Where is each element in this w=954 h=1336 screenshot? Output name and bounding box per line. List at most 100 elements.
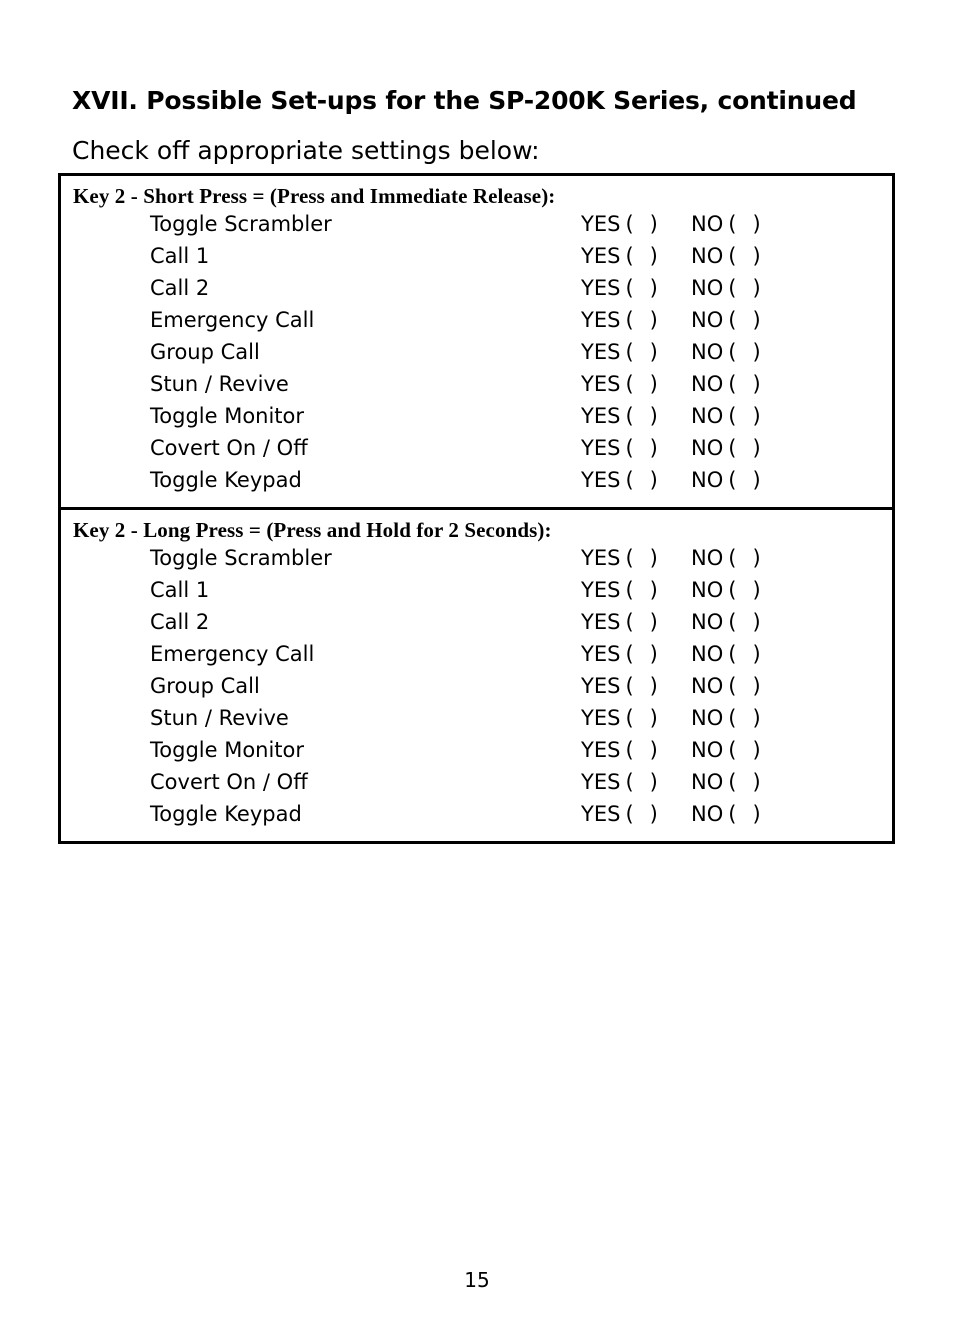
- row-label: Emergency Call: [150, 642, 315, 666]
- yes-label: YES: [581, 546, 621, 570]
- no-checkbox[interactable]: NO(): [691, 436, 801, 460]
- no-label: NO: [691, 436, 724, 460]
- paren-close: ): [649, 276, 658, 300]
- no-checkbox[interactable]: NO(): [691, 674, 801, 698]
- no-checkbox[interactable]: NO(): [691, 706, 801, 730]
- yes-label: YES: [581, 610, 621, 634]
- yes-checkbox[interactable]: YES(): [581, 546, 691, 570]
- paren-open: (: [728, 372, 737, 396]
- checklist-row: Toggle Scrambler YES() NO(): [61, 212, 892, 244]
- paren-close: ): [752, 674, 761, 698]
- no-label: NO: [691, 642, 724, 666]
- paren-open: (: [625, 706, 634, 730]
- paren-close: ): [649, 642, 658, 666]
- yes-checkbox[interactable]: YES(): [581, 706, 691, 730]
- no-label: NO: [691, 340, 724, 364]
- paren-open: (: [728, 642, 737, 666]
- checklist-row: Group Call YES() NO(): [61, 340, 892, 372]
- yes-checkbox[interactable]: YES(): [581, 642, 691, 666]
- yes-label: YES: [581, 738, 621, 762]
- settings-checklist-table: Key 2 - Short Press = (Press and Immedia…: [58, 173, 895, 844]
- paren-open: (: [728, 578, 737, 602]
- yes-checkbox[interactable]: YES(): [581, 578, 691, 602]
- paren-open: (: [625, 738, 634, 762]
- paren-open: (: [625, 642, 634, 666]
- paren-close: ): [752, 436, 761, 460]
- no-checkbox[interactable]: NO(): [691, 770, 801, 794]
- no-checkbox[interactable]: NO(): [691, 212, 801, 236]
- row-label: Toggle Monitor: [150, 404, 305, 428]
- no-checkbox[interactable]: NO(): [691, 802, 801, 826]
- paren-open: (: [728, 546, 737, 570]
- row-label: Toggle Scrambler: [150, 212, 332, 236]
- paren-open: (: [625, 212, 634, 236]
- row-label: Toggle Scrambler: [150, 546, 332, 570]
- paren-open: (: [625, 404, 634, 428]
- no-checkbox[interactable]: NO(): [691, 308, 801, 332]
- checklist-row: Toggle Keypad YES() NO(): [61, 468, 892, 500]
- yes-checkbox[interactable]: YES(): [581, 468, 691, 492]
- yes-checkbox[interactable]: YES(): [581, 436, 691, 460]
- paren-close: ): [649, 610, 658, 634]
- section-header: Key 2 - Long Press = (Press and Hold for…: [73, 518, 552, 542]
- no-checkbox[interactable]: NO(): [691, 610, 801, 634]
- yes-checkbox[interactable]: YES(): [581, 770, 691, 794]
- yes-checkbox[interactable]: YES(): [581, 610, 691, 634]
- yes-checkbox[interactable]: YES(): [581, 276, 691, 300]
- paren-open: (: [625, 372, 634, 396]
- checklist-row: Toggle Monitor YES() NO(): [61, 404, 892, 436]
- yes-checkbox[interactable]: YES(): [581, 340, 691, 364]
- yes-label: YES: [581, 802, 621, 826]
- row-label: Call 1: [150, 578, 210, 602]
- yes-label: YES: [581, 642, 621, 666]
- section-rows: Toggle Scrambler YES() NO() Call 1 YES() NO()…: [61, 212, 892, 507]
- no-checkbox[interactable]: NO(): [691, 276, 801, 300]
- no-label: NO: [691, 212, 724, 236]
- paren-open: (: [625, 276, 634, 300]
- yes-checkbox[interactable]: YES(): [581, 738, 691, 762]
- paren-close: ): [752, 276, 761, 300]
- row-label: Call 2: [150, 276, 210, 300]
- paren-open: (: [625, 436, 634, 460]
- row-label: Covert On / Off: [150, 770, 308, 794]
- paren-close: ): [752, 244, 761, 268]
- paren-open: (: [728, 674, 737, 698]
- yes-label: YES: [581, 436, 621, 460]
- yes-checkbox[interactable]: YES(): [581, 308, 691, 332]
- yes-label: YES: [581, 308, 621, 332]
- no-label: NO: [691, 706, 724, 730]
- yes-checkbox[interactable]: YES(): [581, 802, 691, 826]
- no-label: NO: [691, 738, 724, 762]
- row-label: Toggle Keypad: [150, 802, 302, 826]
- no-checkbox[interactable]: NO(): [691, 372, 801, 396]
- yes-checkbox[interactable]: YES(): [581, 244, 691, 268]
- no-checkbox[interactable]: NO(): [691, 642, 801, 666]
- paren-open: (: [625, 610, 634, 634]
- yes-label: YES: [581, 770, 621, 794]
- no-checkbox[interactable]: NO(): [691, 244, 801, 268]
- section-rows: Toggle Scrambler YES() NO() Call 1 YES() NO()…: [61, 546, 892, 841]
- paren-open: (: [728, 308, 737, 332]
- paren-open: (: [728, 706, 737, 730]
- row-label: Covert On / Off: [150, 436, 308, 460]
- yes-checkbox[interactable]: YES(): [581, 404, 691, 428]
- no-checkbox[interactable]: NO(): [691, 468, 801, 492]
- paren-close: ): [649, 802, 658, 826]
- paren-open: (: [728, 276, 737, 300]
- no-checkbox[interactable]: NO(): [691, 578, 801, 602]
- yes-checkbox[interactable]: YES(): [581, 372, 691, 396]
- no-checkbox[interactable]: NO(): [691, 404, 801, 428]
- checklist-row: Call 2 YES() NO(): [61, 276, 892, 308]
- document-page: XVII. Possible Set-ups for the SP-200K S…: [0, 0, 954, 1336]
- row-label: Group Call: [150, 674, 260, 698]
- yes-checkbox[interactable]: YES(): [581, 212, 691, 236]
- no-checkbox[interactable]: NO(): [691, 340, 801, 364]
- checklist-row: Toggle Keypad YES() NO(): [61, 802, 892, 834]
- paren-open: (: [728, 770, 737, 794]
- no-label: NO: [691, 802, 724, 826]
- no-checkbox[interactable]: NO(): [691, 738, 801, 762]
- checklist-row: Stun / Revive YES() NO(): [61, 706, 892, 738]
- no-checkbox[interactable]: NO(): [691, 546, 801, 570]
- row-label: Call 2: [150, 610, 210, 634]
- yes-checkbox[interactable]: YES(): [581, 674, 691, 698]
